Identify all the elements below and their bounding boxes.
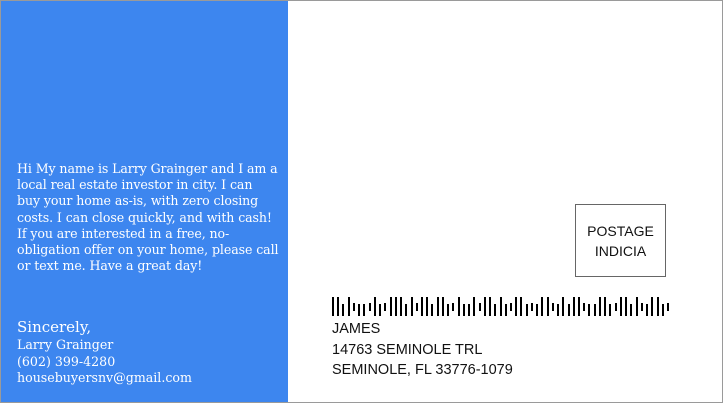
- barcode-bar: [447, 304, 450, 316]
- barcode-bar: [598, 297, 601, 316]
- barcode-bar: [431, 304, 434, 316]
- message-panel: Hi My name is Larry Grainger and I am a …: [1, 1, 288, 402]
- recipient-name: JAMES: [332, 321, 381, 337]
- indicia-label: INDICIA: [594, 242, 647, 259]
- barcode-bar: [625, 297, 628, 316]
- barcode-bar: [332, 297, 334, 316]
- barcode-bar: [635, 297, 638, 316]
- barcode-bar: [578, 297, 581, 316]
- recipient-city-state-zip: SEMINOLE, FL 33776-1079: [332, 362, 513, 378]
- barcode-bar: [646, 304, 649, 316]
- barcode-bar: [499, 297, 502, 316]
- barcode-bar: [530, 302, 533, 311]
- barcode-bar: [640, 302, 643, 311]
- barcode-bar: [572, 297, 575, 316]
- barcode-bar: [515, 297, 518, 316]
- barcode-bar: [462, 304, 465, 316]
- barcode-bar: [394, 297, 397, 316]
- barcode-bar: [583, 302, 586, 311]
- barcode-bar: [441, 297, 444, 316]
- barcode-bar: [551, 302, 554, 311]
- barcode-bar: [457, 297, 460, 316]
- barcode-bar: [489, 297, 492, 316]
- barcode-bar: [656, 297, 659, 316]
- barcode-bar: [452, 302, 455, 311]
- barcode-bar: [405, 304, 408, 316]
- barcode-bar: [415, 302, 418, 311]
- barcode-bar: [593, 304, 596, 316]
- barcode-bar: [478, 302, 481, 311]
- recipient-address: JAMES 14763 SEMINOLE TRL SEMINOLE, FL 33…: [332, 319, 513, 381]
- sender-name: Larry Grainger: [17, 337, 114, 352]
- barcode-bar: [541, 297, 544, 316]
- barcode-bar: [562, 297, 565, 316]
- barcode-bar: [567, 304, 570, 316]
- barcode-bar: [609, 304, 612, 316]
- barcode-bar: [337, 297, 340, 316]
- barcode-bar: [520, 297, 523, 316]
- barcode-bar: [436, 297, 439, 316]
- postcard: Hi My name is Larry Grainger and I am a …: [0, 0, 723, 403]
- barcode-bar: [384, 302, 387, 311]
- barcode-bar: [410, 297, 413, 316]
- barcode-bar: [588, 304, 591, 316]
- barcode-bar: [667, 302, 669, 311]
- barcode-bar: [504, 304, 507, 316]
- barcode-bar: [358, 304, 361, 316]
- barcode-bar: [525, 304, 528, 316]
- barcode-bar: [651, 297, 654, 316]
- sender-email: housebuyersnv@gmail.com: [17, 370, 192, 385]
- postage-label: POSTAGE: [587, 222, 654, 239]
- barcode-bar: [352, 302, 355, 311]
- barcode-bar: [483, 297, 486, 316]
- barcode-bar: [546, 297, 549, 316]
- barcode-bar: [426, 297, 429, 316]
- recipient-street: 14763 SEMINOLE TRL: [332, 341, 483, 358]
- barcode-bar: [347, 297, 350, 316]
- barcode-bar: [604, 297, 607, 316]
- barcode-bar: [557, 304, 560, 316]
- barcode-bar: [400, 297, 403, 316]
- barcode-bar: [468, 304, 471, 316]
- barcode-bar: [363, 304, 366, 316]
- barcode-bar: [373, 297, 376, 316]
- barcode-bar: [368, 302, 371, 311]
- postal-barcode-icon: [332, 297, 669, 316]
- sender-phone: (602) 399-4280: [17, 353, 116, 369]
- barcode-bar: [619, 297, 622, 316]
- barcode-bar: [473, 297, 476, 316]
- barcode-bar: [509, 302, 512, 311]
- barcode-bar: [389, 297, 392, 316]
- postage-indicia-box: POSTAGE INDICIA: [575, 204, 666, 277]
- sign-off: Sincerely,: [17, 318, 92, 336]
- barcode-bar: [379, 304, 382, 316]
- sender-contact: Larry Grainger (602) 399-4280 housebuyer…: [17, 337, 192, 387]
- barcode-bar: [536, 304, 539, 316]
- sender-message: Hi My name is Larry Grainger and I am a …: [17, 161, 279, 274]
- barcode-bar: [494, 304, 497, 316]
- barcode-bar: [420, 297, 423, 316]
- barcode-bar: [342, 304, 345, 316]
- barcode-bar: [630, 304, 633, 316]
- barcode-bar: [614, 302, 617, 311]
- barcode-bar: [661, 304, 664, 316]
